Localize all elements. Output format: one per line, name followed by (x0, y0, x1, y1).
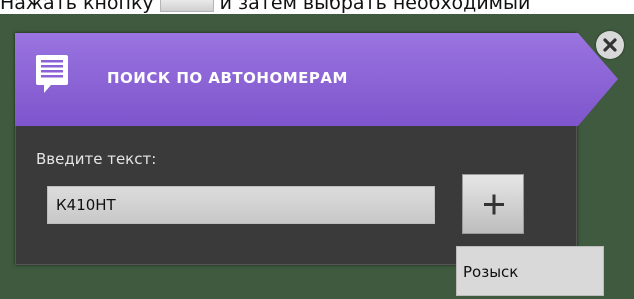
add-dropdown-menu: Розыск (456, 246, 604, 296)
close-button[interactable] (596, 31, 624, 59)
instruction-text: Нажать кнопку и затем выбрать необходимый (0, 0, 530, 14)
instruction-text-before: Нажать кнопку (0, 0, 154, 14)
instruction-strip: Нажать кнопку и затем выбрать необходимый (0, 0, 634, 14)
menu-item-rozysk[interactable]: Розыск (463, 263, 518, 281)
instruction-text-after: и затем выбрать необходимый (219, 0, 531, 14)
add-button[interactable] (462, 174, 524, 234)
dialog-title: ПОИСК ПО АВТОНОМЕРАМ (107, 69, 348, 87)
plus-icon (484, 194, 504, 215)
dialog-header: ПОИСК ПО АВТОНОМЕРАМ (15, 33, 618, 126)
close-icon (603, 38, 617, 52)
input-label: Введите текст: (36, 150, 157, 168)
search-input[interactable] (47, 186, 435, 224)
inline-button-image (159, 0, 214, 12)
chat-list-icon (35, 53, 69, 99)
